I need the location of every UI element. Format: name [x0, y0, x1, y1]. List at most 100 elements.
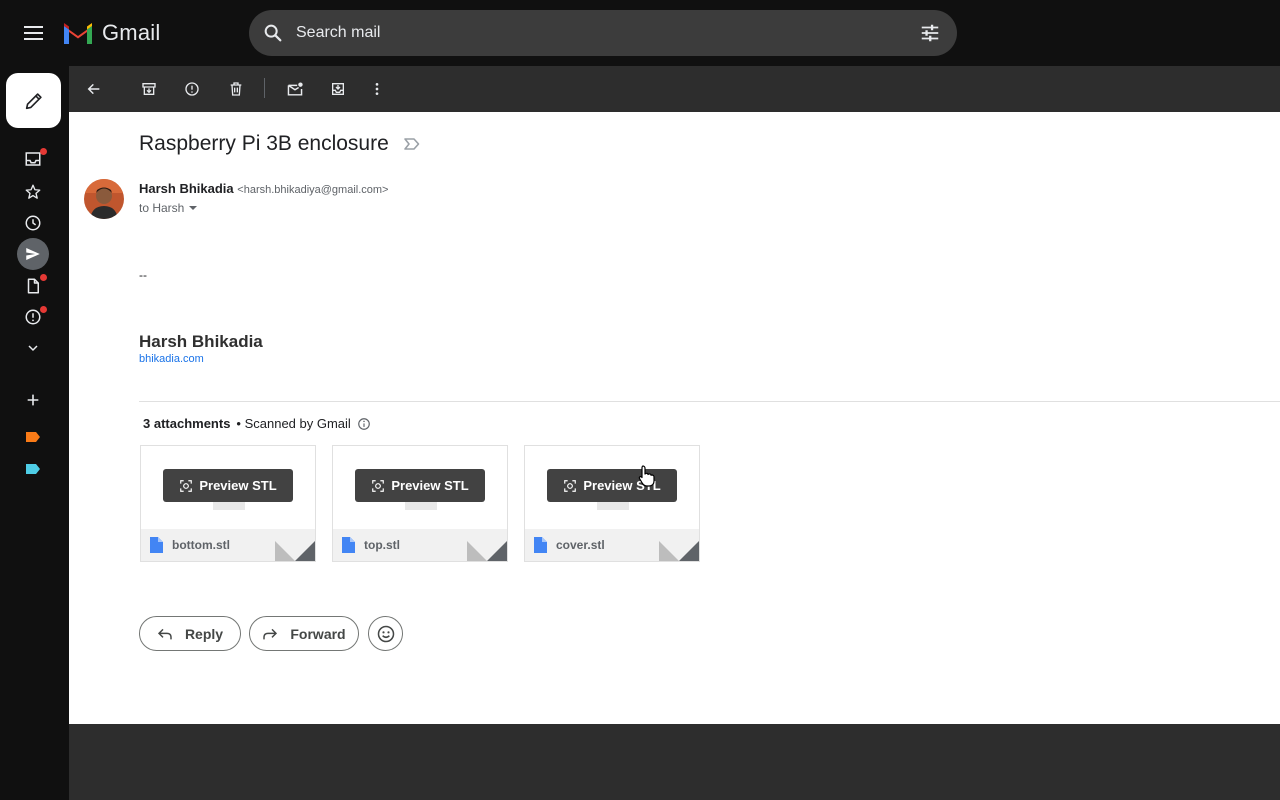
attachments-header: 3 attachments • Scanned by Gmail — [143, 416, 371, 431]
preview-label: Preview STL — [199, 478, 277, 493]
app-name: Gmail — [102, 20, 161, 45]
attachment-footer: bottom.stl — [141, 529, 315, 561]
attachment-thumbnail — [213, 502, 245, 510]
scanned-label: • Scanned by Gmail — [236, 416, 351, 431]
create-label-button[interactable] — [20, 387, 46, 413]
unread-badge — [40, 274, 47, 281]
signature-link[interactable]: bhikadia.com — [139, 353, 204, 365]
more-options-button[interactable] — [366, 78, 388, 100]
move-to-icon — [332, 83, 344, 95]
avatar[interactable] — [84, 179, 124, 219]
preview-stl-button[interactable]: Preview STL — [163, 469, 293, 502]
label-icon — [26, 432, 40, 442]
reply-button[interactable]: Reply — [139, 616, 241, 651]
sender-line: Harsh Bhikadia <harsh.bhikadiya@gmail.co… — [139, 181, 388, 196]
delete-icon — [230, 82, 242, 96]
search-icon[interactable] — [262, 22, 284, 44]
sidebar-item-snoozed[interactable] — [20, 210, 46, 236]
emoji-reaction-button[interactable] — [368, 616, 403, 651]
menu-line — [24, 26, 43, 28]
file-icon — [342, 537, 355, 553]
3d-preview-icon — [564, 479, 577, 492]
menu-line — [24, 38, 43, 40]
sidebar-item-spam[interactable] — [20, 304, 47, 330]
info-icon[interactable] — [357, 417, 371, 431]
attachment-footer: cover.stl — [525, 529, 699, 561]
menu-line — [24, 32, 43, 34]
attachment-thumbnail — [597, 502, 629, 510]
attachment-name: cover.stl — [556, 538, 605, 552]
pencil-icon — [25, 92, 42, 109]
report-spam-button[interactable] — [181, 78, 203, 100]
importance-marker-icon[interactable] — [403, 137, 421, 151]
chevron-down-icon — [28, 345, 38, 352]
main-menu-button[interactable] — [18, 20, 48, 46]
reply-label: Reply — [184, 625, 224, 642]
attachments-count: 3 attachments — [143, 416, 231, 431]
gmail-logo[interactable]: Gmail — [62, 20, 160, 46]
file-icon — [150, 537, 163, 553]
bottom-panel — [69, 724, 1280, 800]
hand-cursor-icon — [638, 465, 655, 487]
compose-button[interactable] — [6, 73, 61, 128]
preview-stl-button[interactable]: Preview STL — [355, 469, 485, 502]
move-to-button[interactable] — [327, 78, 349, 100]
to-line: to Harsh — [139, 201, 185, 215]
back-button[interactable] — [83, 78, 105, 100]
more-vert-icon — [375, 83, 379, 95]
mark-unread-button[interactable] — [284, 78, 306, 100]
sidebar-item-inbox[interactable] — [20, 146, 47, 172]
signature-separator: -- — [139, 268, 147, 282]
recipients-toggle[interactable]: to Harsh — [139, 201, 198, 215]
attachment-card[interactable]: Preview STL top.stl — [332, 445, 508, 562]
corner-fold — [295, 541, 315, 561]
corner-fold — [275, 541, 295, 561]
smiley-icon — [377, 625, 394, 642]
mark-unread-icon — [287, 82, 303, 96]
back-arrow-icon — [87, 83, 100, 95]
sidebar-item-drafts[interactable] — [20, 273, 47, 299]
search-bar[interactable] — [249, 10, 957, 56]
sidebar-label-blue[interactable] — [20, 456, 46, 482]
forward-button[interactable]: Forward — [249, 616, 359, 651]
sender-name[interactable]: Harsh Bhikadia — [139, 181, 234, 196]
draft-icon — [27, 278, 39, 294]
clock-icon — [25, 215, 41, 231]
search-input[interactable] — [294, 23, 919, 43]
toolbar-divider — [264, 78, 265, 98]
archive-icon — [142, 83, 156, 95]
forward-icon — [263, 628, 278, 639]
sidebar-item-sent[interactable] — [17, 238, 49, 270]
sender-email: <harsh.bhikadiya@gmail.com> — [237, 184, 389, 196]
message-subject: Raspberry Pi 3B enclosure — [139, 132, 389, 155]
archive-button[interactable] — [138, 78, 160, 100]
report-spam-icon — [185, 82, 199, 96]
star-icon — [25, 184, 41, 199]
send-icon — [26, 248, 40, 260]
attachment-name: bottom.stl — [172, 538, 230, 552]
preview-label: Preview STL — [391, 478, 469, 493]
sidebar-item-more[interactable] — [20, 335, 46, 361]
attachment-footer: top.stl — [333, 529, 507, 561]
search-options-icon[interactable] — [919, 22, 941, 44]
sidebar-label-orange[interactable] — [20, 424, 46, 450]
attachments-divider — [139, 401, 1280, 402]
sidebar-item-starred[interactable] — [20, 179, 46, 205]
corner-fold — [679, 541, 699, 561]
preview-stl-button[interactable]: Preview STL — [547, 469, 677, 502]
sender-photo — [84, 179, 124, 219]
forward-label: Forward — [290, 625, 346, 642]
attachment-name: top.stl — [364, 538, 400, 552]
page-title: Raspberry Pi 3B enclosure — [139, 132, 421, 156]
attachment-card[interactable]: Preview STL cover.stl — [524, 445, 700, 562]
message-toolbar — [69, 66, 1280, 112]
reply-icon — [157, 628, 172, 639]
gmail-m-icon — [64, 23, 92, 44]
attachment-card[interactable]: Preview STL bottom.stl — [140, 445, 316, 562]
delete-button[interactable] — [225, 78, 247, 100]
caret-down-icon — [189, 206, 198, 210]
unread-badge — [40, 148, 47, 155]
3d-preview-icon — [180, 479, 193, 492]
plus-icon — [27, 394, 39, 406]
label-icon — [26, 464, 40, 474]
